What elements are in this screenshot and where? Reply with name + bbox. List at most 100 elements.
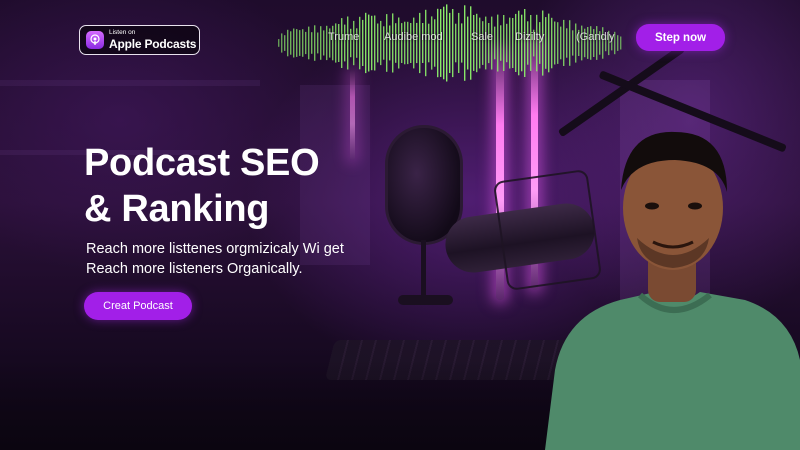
waveform-bar xyxy=(440,9,442,77)
waveform-bar xyxy=(281,33,283,53)
waveform-bar xyxy=(485,16,487,70)
waveform-bar xyxy=(341,18,343,69)
waveform-bar xyxy=(371,15,373,71)
waveform-bar xyxy=(518,10,520,76)
waveform-bar xyxy=(314,25,316,61)
nav-item-sale[interactable]: Sale xyxy=(471,31,493,43)
waveform-bar xyxy=(416,22,418,64)
waveform-bar xyxy=(497,14,499,72)
waveform-bar xyxy=(551,17,553,69)
waveform-bar xyxy=(362,19,364,66)
waveform-bar xyxy=(557,22,559,64)
host-photo xyxy=(545,131,800,450)
podcast-icon xyxy=(86,31,104,49)
badge-title: Apple Podcasts xyxy=(109,36,197,51)
audio-waveform xyxy=(278,4,622,82)
waveform-bar xyxy=(569,20,571,66)
waveform-bar xyxy=(278,39,280,47)
waveform-bar xyxy=(434,19,436,67)
waveform-bar xyxy=(305,31,307,55)
waveform-bar xyxy=(308,26,310,60)
waveform-bar xyxy=(311,32,313,54)
waveform-bar xyxy=(548,13,550,73)
nav-item-gandly[interactable]: (Gandly xyxy=(576,31,615,43)
mic-stand xyxy=(421,240,426,300)
waveform-bar xyxy=(479,17,481,69)
waveform-bar xyxy=(488,23,490,64)
waveform-bar xyxy=(542,10,544,76)
waveform-bar xyxy=(446,4,448,82)
waveform-bar xyxy=(563,19,565,66)
subtitle-line-1: Reach more listtenes orgmizicaly Wi get xyxy=(86,241,344,257)
waveform-bar xyxy=(527,21,529,65)
waveform-bar xyxy=(560,26,562,60)
waveform-bar xyxy=(323,30,325,56)
waveform-bar xyxy=(287,29,289,57)
nav-item-dizilty[interactable]: Dizilty xyxy=(515,31,544,43)
waveform-bar xyxy=(575,23,577,63)
create-podcast-button[interactable]: Creat Podcast xyxy=(84,292,192,320)
waveform-bar xyxy=(419,12,421,74)
background-shelf xyxy=(0,80,260,86)
waveform-bar xyxy=(572,30,574,56)
waveform-bar xyxy=(491,16,493,70)
step-now-button[interactable]: Step now xyxy=(636,24,725,51)
mic-base xyxy=(398,295,453,305)
waveform-bar xyxy=(302,29,304,57)
waveform-bar xyxy=(452,9,454,78)
apple-podcasts-badge[interactable]: Listen on Apple Podcasts xyxy=(79,25,200,55)
waveform-bar xyxy=(449,12,451,73)
waveform-bar xyxy=(284,35,286,51)
nav-item-trume[interactable]: Trume xyxy=(328,31,359,43)
waveform-bar xyxy=(545,17,547,69)
waveform-bar xyxy=(365,12,367,74)
waveform-bar xyxy=(290,31,292,55)
waveform-bar xyxy=(503,15,505,71)
waveform-bar xyxy=(443,6,445,80)
waveform-bar xyxy=(431,16,433,70)
waveform-bar xyxy=(335,23,337,63)
waveform-bar xyxy=(374,15,376,71)
hero-section: Listen on Apple Podcasts Trume Audibe mo… xyxy=(0,0,800,450)
waveform-bar xyxy=(368,14,370,72)
waveform-bar xyxy=(494,26,496,60)
title-line-2: & Ranking xyxy=(84,188,270,230)
waveform-bar xyxy=(554,21,556,65)
waveform-bar xyxy=(509,17,511,69)
waveform-bar xyxy=(536,14,538,72)
waveform-bar xyxy=(512,18,514,68)
waveform-bar xyxy=(338,24,340,62)
waveform-bar xyxy=(377,23,379,63)
waveform-bar xyxy=(320,26,322,60)
waveform-bar xyxy=(317,32,319,54)
waveform-bar xyxy=(395,23,397,63)
waveform-bar xyxy=(524,9,526,77)
nav-item-audibe-mod[interactable]: Audibe mod xyxy=(384,31,443,43)
waveform-bar xyxy=(293,28,295,58)
waveform-bar xyxy=(458,12,460,73)
waveform-bar xyxy=(380,20,382,66)
waveform-bar xyxy=(476,13,478,73)
waveform-bar xyxy=(347,16,349,70)
waveform-bar xyxy=(428,23,430,63)
waveform-bar xyxy=(299,30,301,56)
waveform-bar xyxy=(500,25,502,61)
waveform-bar xyxy=(410,23,412,63)
shirt xyxy=(545,292,800,450)
waveform-bar xyxy=(404,21,406,65)
badge-small-text: Listen on xyxy=(109,29,136,37)
waveform-bar xyxy=(467,16,469,70)
page-title: Podcast SEO & Ranking xyxy=(84,140,320,232)
waveform-bar xyxy=(413,17,415,69)
waveform-bar xyxy=(539,22,541,64)
waveform-bar xyxy=(353,20,355,66)
waveform-bar xyxy=(482,21,484,65)
waveform-bar xyxy=(470,6,472,80)
waveform-bar xyxy=(566,28,568,58)
waveform-bar xyxy=(359,16,361,70)
waveform-bar xyxy=(425,9,427,77)
waveform-bar xyxy=(617,35,619,51)
waveform-bar xyxy=(398,17,400,69)
waveform-bar xyxy=(437,8,439,78)
waveform-bar xyxy=(620,36,622,50)
